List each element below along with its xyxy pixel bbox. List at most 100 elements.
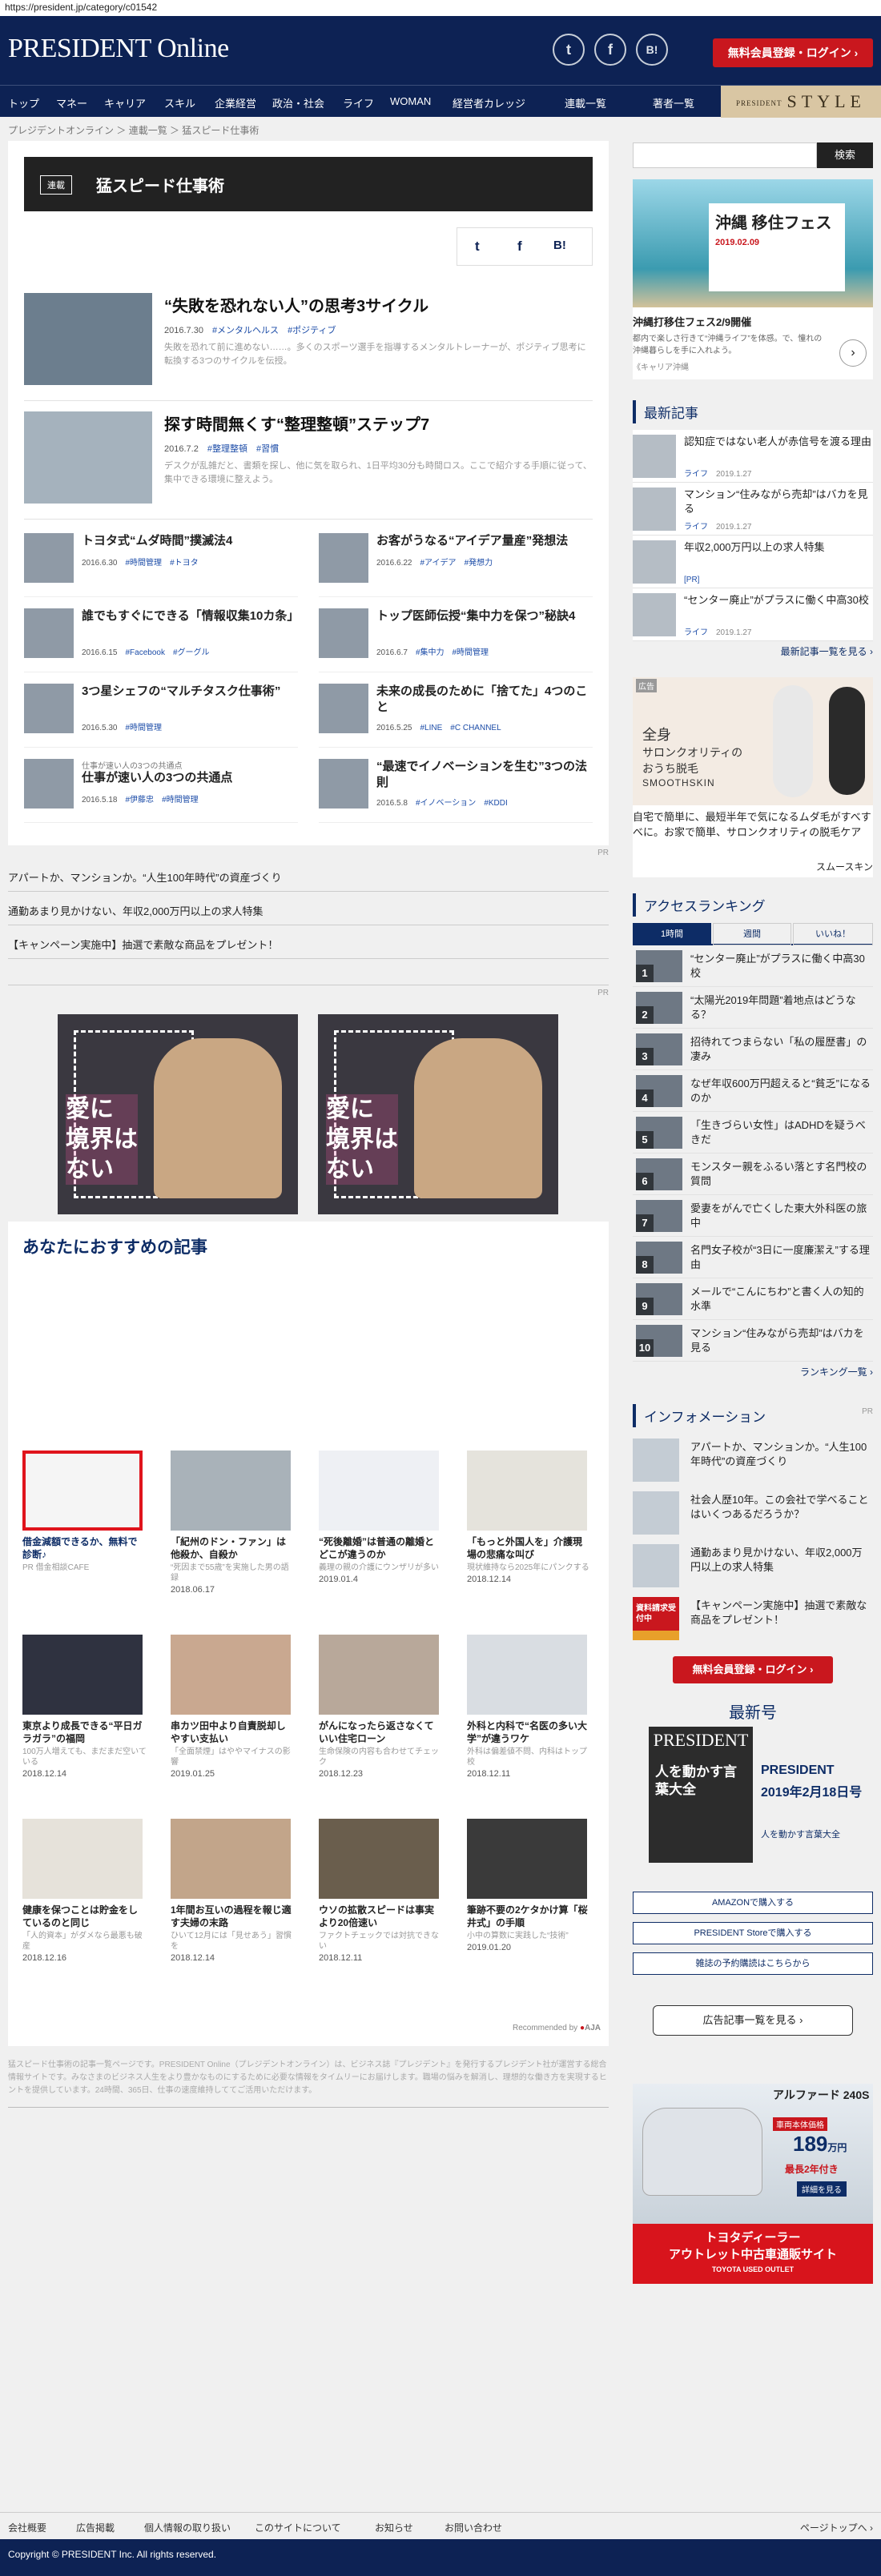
buy-store-button[interactable]: PRESIDENT Storeで購入する <box>633 1922 873 1944</box>
ranking-title[interactable]: マンション“住みながら売却”はバカを見る <box>690 1326 871 1354</box>
nav-item-authors[interactable]: 著者一覧 <box>653 95 694 110</box>
footer-link[interactable]: 個人情報の取り扱い <box>144 2521 231 2534</box>
tag-link[interactable]: #発想力 <box>465 559 493 568</box>
style-button[interactable]: PRESIDENT STYLE <box>721 86 881 118</box>
nav-item-money[interactable]: マネー <box>56 95 87 110</box>
ranking-title[interactable]: 招待れてつまらない「私の履歴書」の凄み <box>690 1035 871 1063</box>
tag-link[interactable]: #時間管理 <box>126 559 163 568</box>
ranking-more-link[interactable]: ランキング一覧 › <box>633 1365 873 1378</box>
search-input[interactable] <box>633 142 817 168</box>
list-item[interactable]: トップ医師伝授“集中力を保つ”秘訣4 2016.6.7 #集中力 #時間管理 <box>319 608 593 672</box>
featured-item[interactable]: “失敗を恐れない人”の思考3サイクル 2016.7.30 #メンタルヘルス #ポ… <box>24 293 593 401</box>
okinawa-caption[interactable]: 沖縄打移住フェス2/9開催 <box>633 314 751 329</box>
article-title[interactable]: “最速でイノベーションを生む”3つの法則 <box>376 759 593 792</box>
footer-link[interactable]: 広告掲載 <box>76 2521 115 2534</box>
recommend-card[interactable]: 1年間お互いの過程を報じ適す夫婦の末路 ひいて12月には「見せあう」習慣を 2018… <box>171 1819 295 1987</box>
nav-item-life[interactable]: ライフ <box>343 95 374 110</box>
latest-title[interactable]: マンション“住みながら売却”はバカを見る <box>684 488 871 516</box>
recommend-title[interactable]: 「紀州のドン・ファン」は他殺か、自殺か <box>171 1535 295 1561</box>
info-title[interactable]: 【キャンペーン実施中】抽選で素敵な商品をプレゼント！ <box>690 1599 871 1627</box>
ranking-title[interactable]: 名門女子校が“3日に一度廉潔え”する理由 <box>690 1243 871 1271</box>
list-item[interactable]: 誰でもすぐにできる「情報収集10カ条」 2016.6.15 #Facebook #… <box>24 608 299 672</box>
ranking-item[interactable]: 6 モンスター親をふるい落とす名門校の質問 <box>633 1154 873 1195</box>
login-button[interactable]: 無料会員登録・ログイン › <box>713 38 873 67</box>
list-item[interactable]: 未来の成長のために「捨てた」4つのこと 2016.5.25 #LINE #C CH… <box>319 684 593 748</box>
article-title[interactable]: お客がうなる“アイデア量産”発想法 <box>376 533 593 549</box>
latest-item[interactable]: 認知症ではない老人が赤信号を渡る理由 ライフ 2019.1.27 <box>633 430 873 483</box>
ranking-item[interactable]: 8 名門女子校が“3日に一度廉潔え”する理由 <box>633 1237 873 1278</box>
recommend-title[interactable]: 東京より成長できる“平日ガラガラ”の福岡 <box>22 1719 147 1745</box>
facebook-icon[interactable]: f <box>594 34 626 66</box>
ranking-title[interactable]: なぜ年収600万円超えると“貧乏”になるのか <box>690 1077 871 1105</box>
featured-title[interactable]: “失敗を恐れない人”の思考3サイクル <box>164 293 428 316</box>
latest-title[interactable]: 年収2,000万円以上の求人特集 <box>684 540 871 555</box>
ranking-item[interactable]: 2 “太陽光2019年問題”着地点はどうなる？ <box>633 987 873 1029</box>
search-button[interactable]: 検索 <box>817 142 873 168</box>
article-title[interactable]: トップ医師伝授“集中力を保つ”秘訣4 <box>376 608 593 624</box>
recommend-title[interactable]: “死後離婚”は普通の離婚とどこが違うのか <box>319 1535 443 1561</box>
nav-item-series[interactable]: 連載一覧 <box>565 95 606 110</box>
list-item[interactable]: トヨタ式“ムダ時間”撲滅法4 2016.6.30 #時間管理 #トヨタ <box>24 533 298 597</box>
ranking-title[interactable]: 愛妻をがんで亡くした東大外科医の旅中 <box>690 1202 871 1230</box>
tag-link[interactable]: #アイデア <box>420 559 457 568</box>
footer-link[interactable]: このサイトについて <box>255 2521 341 2534</box>
okinawa-ad[interactable]: 沖縄 移住フェス 2019.02.09 沖縄打移住フェス2/9開催 都内で楽しさ行… <box>633 179 873 379</box>
latest-item[interactable]: “センター廃止”がプラスに働く中高30校 ライフ 2019.1.27 <box>633 588 873 641</box>
ranking-title[interactable]: メールで“こんにちわ”と書く人の知的水準 <box>690 1285 871 1313</box>
nav-item-management[interactable]: 企業経営 <box>215 95 256 110</box>
recommend-title[interactable]: がんになったら返さなくていい住宅ローン <box>319 1719 443 1745</box>
ranking-tab-hour[interactable]: 1時間 <box>633 923 711 945</box>
breadcrumb-home[interactable]: プレジデントオンライン <box>8 125 114 136</box>
car-detail-button[interactable]: 詳細を見る <box>797 2181 847 2197</box>
tag-link[interactable]: #KDDI <box>484 799 507 808</box>
ranking-title[interactable]: 「生きづらい女性」はADHDを疑うべきだ <box>690 1118 871 1146</box>
tag-link[interactable]: #伊藤忠 <box>126 796 155 804</box>
sidebar-login-button[interactable]: 無料会員登録・ログイン › <box>673 1656 833 1683</box>
footer-link[interactable]: 会社概要 <box>8 2521 46 2534</box>
article-title[interactable]: 誰でもすぐにできる「情報収集10カ条」 <box>82 608 299 624</box>
article-title[interactable]: 未来の成長のために「捨てた」4つのこと <box>376 684 593 716</box>
footer-link[interactable]: お問い合わせ <box>445 2521 502 2534</box>
ranking-tab-week[interactable]: 週間 <box>713 923 791 945</box>
recommend-card[interactable]: 健康を保つことは貯金をしているのと同じ 「人的資本」がダメなら最悪も破産 2018.… <box>22 1819 147 1987</box>
tag-link[interactable]: #Facebook <box>126 648 165 657</box>
tag-link[interactable]: #イノベーション <box>416 799 476 808</box>
tag-link[interactable]: #時間管理 <box>126 724 163 732</box>
ranking-title[interactable]: モンスター親をふるい落とす名門校の質問 <box>690 1160 871 1188</box>
tag-link[interactable]: #トヨタ <box>170 559 199 568</box>
smoothskin-ad[interactable]: 広告 全身 サロンクオリティの おうち脱毛 SMOOTHSKIN 自宅で簡単に、最短半… <box>633 677 873 877</box>
chevron-right-icon[interactable]: › <box>839 339 867 367</box>
info-title[interactable]: 社会人歴10年。この会社で学べることはいくつあるだろうか？ <box>690 1493 871 1522</box>
pr-link[interactable]: 通勤あまり見かけない、年収2,000万円以上の求人特集 <box>8 893 609 925</box>
latest-item[interactable]: 年収2,000万円以上の求人特集 [PR] <box>633 536 873 588</box>
subscribe-button[interactable]: 雑誌の予約購読はこちらから <box>633 1952 873 1975</box>
info-title[interactable]: アパートか、マンションか。“人生100年時代”の資産づくり <box>690 1440 871 1469</box>
list-item[interactable]: お客がうなる“アイデア量産”発想法 2016.6.22 #アイデア #発想力 <box>319 533 593 597</box>
list-item[interactable]: 仕事が速い人の3つの共通点 仕事が速い人の3つの共通点 2016.5.18 #伊藤忠… <box>24 759 298 823</box>
recommend-card[interactable]: がんになったら返さなくていい住宅ローン 生命保険の内容も合わせてチェック 2018.… <box>319 1635 443 1803</box>
pr-link[interactable]: アパートか、マンションか。“人生100年時代”の資産づくり <box>8 860 609 892</box>
recommend-card[interactable]: 東京より成長できる“平日ガラガラ”の福岡 100万人増えても、まだまだ空いている 2… <box>22 1635 147 1803</box>
share-twitter-icon[interactable]: t <box>475 239 480 255</box>
ranking-tab-like[interactable]: いいね！ <box>793 923 873 945</box>
recommend-card[interactable]: 「紀州のドン・ファン」は他殺か、自殺か “死因まで55歳”を実施した男の語録 201… <box>171 1451 295 1619</box>
recommend-title[interactable]: 外科と内科で“名医の多い大学”が違うワケ <box>467 1719 591 1745</box>
list-item[interactable]: “最速でイノベーションを生む”3つの法則 2016.5.8 #イノベーション #K… <box>319 759 593 823</box>
site-logo[interactable]: PRESIDENT Online <box>8 34 229 64</box>
ranking-item[interactable]: 1 “センター廃止”がプラスに働く中高30校 <box>633 945 873 987</box>
recommend-title[interactable]: 筆跡不要の2ケタかけ算「桜井式」の手順 <box>467 1904 591 1929</box>
info-item[interactable]: アパートか、マンションか。“人生100年時代”の資産づくり <box>633 1434 873 1487</box>
ranking-item[interactable]: 10 マンション“住みながら売却”はバカを見る <box>633 1320 873 1362</box>
recommend-card[interactable]: 借金減額できるか、無料で診断♪ PR 借金相談CAFE <box>22 1451 147 1619</box>
nav-item-career[interactable]: キャリア <box>104 95 146 110</box>
recommend-card[interactable]: 串カツ田中より自責脱却しやすい支払い 「全面禁煙」はややマイナスの影響 2019.0… <box>171 1635 295 1803</box>
pr-link[interactable]: 【キャンペーン実施中】抽選で素敵な商品をプレゼント！ <box>8 927 609 959</box>
recommend-card[interactable]: 外科と内科で“名医の多い大学”が違うワケ 外科は偏差値不問、内科はトップ校 2018… <box>467 1635 591 1803</box>
ranking-title[interactable]: “センター廃止”がプラスに働く中高30校 <box>690 952 871 980</box>
info-item[interactable]: 資料請求受付中 【キャンペーン実施中】抽選で素敵な商品をプレゼント！ <box>633 1592 873 1645</box>
issue-link[interactable]: 人を動かす言葉大全 <box>761 1828 840 1840</box>
latest-item[interactable]: マンション“住みながら売却”はバカを見る ライフ 2019.1.27 <box>633 483 873 536</box>
ranking-item[interactable]: 4 なぜ年収600万円超えると“貧乏”になるのか <box>633 1070 873 1112</box>
latest-title[interactable]: 認知症ではない老人が赤信号を渡る理由 <box>684 435 871 449</box>
latest-title[interactable]: “センター廃止”がプラスに働く中高30校 <box>684 593 871 608</box>
